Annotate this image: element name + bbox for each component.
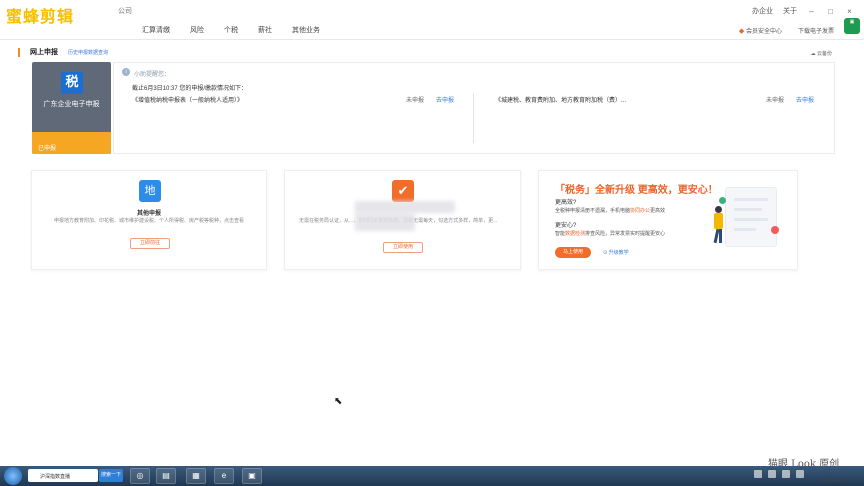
declare-link-vat[interactable]: 去申报 xyxy=(436,95,454,104)
info-icon: i xyxy=(122,68,130,76)
taskbar-search-input[interactable]: 沪深指数直播 xyxy=(28,469,98,482)
reminder-title: 小助提醒您： xyxy=(134,72,171,78)
tutorial-label: 升级教学 xyxy=(608,250,629,256)
section-title: 网上申报 xyxy=(30,49,58,56)
tax-tile-status: 已申报 xyxy=(32,132,111,154)
local-tax-icon: 地 xyxy=(139,180,161,202)
promo-a1-tail: 更高效 xyxy=(650,208,666,214)
card-upgrade-promo: 「税务」全新升级 更高效，更安心！ 更高效? 全税种申报清册不遗漏，手机电脑协同… xyxy=(538,170,798,270)
nav-item-salary[interactable]: 薪社 xyxy=(248,25,282,35)
reminder-deadline: 截止6月3日10:37 您的申报/缴款情况如下： xyxy=(132,86,248,92)
window-controls: 办企业 关于 – □ × xyxy=(752,6,854,16)
nav-item-settlement[interactable]: 汇算清缴 xyxy=(132,25,180,35)
main-nav: 汇算清缴 风险 个税 薪社 其他业务 xyxy=(132,25,330,35)
tax-app-icon[interactable]: ▣ xyxy=(242,468,262,484)
close-icon[interactable]: × xyxy=(845,7,854,16)
system-tray xyxy=(754,470,804,478)
section-header: 网上申报 历史申报数据查询 xyxy=(18,47,108,57)
reminder-item-surcharge: 《城建税、教育费附加、地方教育附加税（费）... xyxy=(495,98,627,104)
illus-line xyxy=(734,218,768,221)
promo-a2: 智能数据检测排查风险，异常发票实时提醒更安心 xyxy=(555,230,665,237)
promo-a2-text: 智能 xyxy=(555,231,566,237)
tax-icon: 税 xyxy=(61,72,83,94)
tray-icon[interactable] xyxy=(754,470,762,478)
tray-icon[interactable] xyxy=(796,470,804,478)
go-now-button[interactable]: 立即前往 xyxy=(130,238,170,249)
use-now-promo-button[interactable]: 马上使用 xyxy=(555,247,591,258)
promo-a2-tail: 排查风险，异常发票实时提醒更安心 xyxy=(585,231,666,237)
upgrade-tutorial-link[interactable]: ⊙ 升级教学 xyxy=(603,249,629,256)
person-illustration-body xyxy=(714,213,723,229)
download-invoice-link[interactable]: 下载电子发票 xyxy=(798,26,834,35)
promo-a2-highlight: 数据检测 xyxy=(565,231,586,237)
start-button-icon[interactable] xyxy=(4,467,22,485)
reminder-status-surcharge: 未申报 xyxy=(766,98,785,104)
document-illustration xyxy=(725,187,777,247)
reminder-status-vat: 未申报 xyxy=(406,98,425,104)
cloud-backup-link[interactable]: ☁ 云备份 xyxy=(811,50,832,57)
tax-tile-name: 广东企业电子申报 xyxy=(43,101,100,108)
os-taskbar: 沪深指数直播 搜索一下 ◎ ▤ ▦ e ▣ xyxy=(0,466,864,486)
promo-title: 「税务」全新升级 更高效，更安心！ xyxy=(555,185,718,196)
tray-icon[interactable] xyxy=(768,470,776,478)
history-query-link[interactable]: 历史申报数据查询 xyxy=(68,49,108,56)
promo-a1-text: 全税种申报清册不遗漏，手机电脑 xyxy=(555,208,631,214)
blurred-region xyxy=(355,213,415,231)
nav-item-other[interactable]: 其他业务 xyxy=(282,25,330,35)
person-illustration-leg xyxy=(719,229,722,243)
taskbar-search-button[interactable]: 搜索一下 xyxy=(99,469,123,482)
watermark-logo: 蜜蜂剪辑 xyxy=(6,9,75,26)
link-about[interactable]: 关于 xyxy=(783,6,797,16)
folder-app-icon[interactable]: ▤ xyxy=(156,468,176,484)
mouse-cursor-icon: ⬉ xyxy=(334,396,343,407)
explorer-app-icon[interactable]: ▦ xyxy=(186,468,206,484)
promo-a1: 全税种申报清册不遗漏，手机电脑协同办公更高效 xyxy=(555,207,665,214)
reminder-divider xyxy=(473,93,474,143)
app-topbar: 蜜蜂剪辑 公司 汇算清缴 风险 个税 薪社 其他业务 办企业 关于 – □ × … xyxy=(0,0,864,40)
card1-desc: 申报地方教育附加、印花税、城市维护建设税、个人所得税、房产税等税种，点击查看 xyxy=(53,218,244,224)
checkmark-icon: ✔ xyxy=(392,180,414,202)
member-security-label: 会员安全中心 xyxy=(745,29,782,35)
illus-line xyxy=(734,208,762,211)
ie-app-icon[interactable]: e xyxy=(214,468,234,484)
maximize-icon[interactable]: □ xyxy=(826,7,835,16)
alert-pin-icon xyxy=(771,226,779,234)
shield-icon: ◆ xyxy=(738,28,745,35)
section-accent-bar xyxy=(18,47,20,57)
promo-q1: 更高效? xyxy=(555,200,577,206)
blurred-region xyxy=(355,201,455,213)
tray-icon[interactable] xyxy=(782,470,790,478)
use-now-button[interactable]: 立即使用 xyxy=(383,242,423,253)
card1-title: 其他申报 xyxy=(136,211,161,217)
minimize-icon[interactable]: – xyxy=(807,7,816,16)
reminder-item-vat: 《增值税纳税申报表（一般纳税人适用）》 xyxy=(132,98,244,104)
check-badge-icon xyxy=(719,197,726,204)
declare-link-surcharge[interactable]: 去申报 xyxy=(796,95,814,104)
nav-item-risk[interactable]: 风险 xyxy=(180,25,214,35)
browser-app-icon[interactable]: ◎ xyxy=(130,468,150,484)
card-other-declare: 地 其他申报 申报地方教育附加、印花税、城市维护建设税、个人所得税、房产税等税种… xyxy=(31,170,267,270)
clock-date: 2020-06-03 xyxy=(820,478,846,484)
cloud-backup-label: 云备份 xyxy=(816,51,832,57)
nav-item-iit[interactable]: 个税 xyxy=(214,25,248,35)
illus-line xyxy=(734,228,756,231)
tax-declare-tile[interactable]: 税 广东企业电子申报 已申报 xyxy=(32,62,111,154)
card-invoice: ✔ 无需在税务局认证，从...，实时同步发票数据，报税无需每天，勾选方式多样，简… xyxy=(284,170,521,270)
person-illustration-head xyxy=(715,206,722,213)
reminder-panel: i 小助提醒您： 截止6月3日10:37 您的申报/缴款情况如下： 《增值税纳税… xyxy=(113,62,835,154)
promo-q2: 更安心? xyxy=(555,223,577,229)
member-security-link[interactable]: ◆ 会员安全中心 xyxy=(739,26,782,35)
link-enterprise[interactable]: 办企业 xyxy=(752,6,773,16)
topbar-secondary-links: ◆ 会员安全中心 下载电子发票 xyxy=(739,26,834,35)
company-name: 公司 xyxy=(118,8,132,15)
promo-a1-highlight: 协同办公 xyxy=(630,208,651,214)
illus-line xyxy=(734,198,768,201)
security-badge-icon[interactable]: ▣ xyxy=(844,18,860,34)
